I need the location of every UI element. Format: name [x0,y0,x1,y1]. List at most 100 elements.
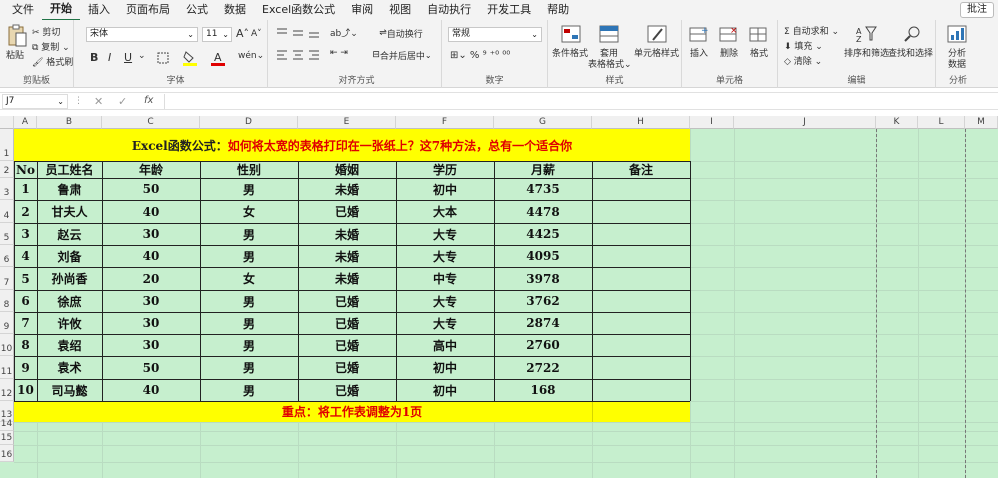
table-cell[interactable]: 10 [14,379,37,401]
table-cell[interactable]: 30 [102,334,200,356]
paste-icon[interactable] [6,24,28,48]
row-header-8[interactable]: 8 [0,290,14,312]
column-header-I[interactable]: I [690,116,734,129]
menu-tab-10[interactable]: 开发工具 [479,0,539,20]
table-cell[interactable]: 4095 [494,245,592,267]
table-cell[interactable]: 大专 [396,312,494,334]
table-cell[interactable]: 许攸 [37,312,102,334]
table-cell[interactable]: 4 [14,245,37,267]
row-header-3[interactable]: 3 [0,178,14,200]
name-box[interactable]: J7 ⌄ [2,94,68,109]
table-cell[interactable]: 已婚 [298,356,396,379]
shrink-font-button[interactable]: A˅ [251,29,262,39]
row-header-6[interactable]: 6 [0,245,14,267]
row-header-16[interactable]: 16 [0,445,14,462]
column-header-J[interactable]: J [734,116,876,129]
table-cell[interactable]: 未婚 [298,223,396,245]
table-cell[interactable]: 徐庶 [37,290,102,312]
table-cell[interactable]: 30 [102,290,200,312]
table-cell[interactable]: 40 [102,245,200,267]
table-cell[interactable]: 男 [200,312,298,334]
table-cell[interactable]: 未婚 [298,267,396,290]
menu-tab-6[interactable]: Excel函数公式 [254,0,343,20]
orientation-icon[interactable]: ab⤴⌄ [330,26,358,39]
table-cell[interactable]: 5 [14,267,37,290]
analyze-data-label2[interactable]: 数据 [948,57,966,70]
font-size-select[interactable]: 11 ⌄ [202,27,232,42]
table-cell[interactable]: 刘备 [37,245,102,267]
table-cell[interactable]: 50 [102,178,200,200]
table-cell[interactable]: 未婚 [298,178,396,200]
table-cell[interactable]: 女 [200,200,298,223]
insert-cells-label[interactable]: 插入 [690,46,708,59]
format-as-table-label2[interactable]: 表格格式⌄ [588,57,632,70]
table-header-cell[interactable]: 员工姓名 [37,161,102,178]
vertical-align-icons[interactable] [276,26,324,40]
menu-tab-5[interactable]: 数据 [216,0,254,20]
cancel-icon[interactable]: ✕ [94,95,103,108]
cell-styles-icon[interactable] [646,24,668,44]
table-cell[interactable]: 168 [494,379,592,401]
paste-label[interactable]: 粘贴 [6,48,24,61]
column-header-C[interactable]: C [102,116,200,129]
menu-tab-2[interactable]: 插入 [80,0,118,20]
sort-filter-icon[interactable]: AZ [856,24,878,44]
table-header-cell[interactable]: 性别 [200,161,298,178]
table-cell[interactable]: 男 [200,178,298,200]
table-cell[interactable]: 未婚 [298,245,396,267]
table-cell[interactable]: 中专 [396,267,494,290]
table-cell[interactable] [592,334,690,356]
menu-tab-4[interactable]: 公式 [178,0,216,20]
merge-center-button[interactable]: ⊟ 合并后居中 ⌄ [364,48,440,62]
row-header-9[interactable]: 9 [0,312,14,334]
table-cell[interactable]: 40 [102,200,200,223]
horizontal-align-icons[interactable] [276,48,324,62]
number-format-select[interactable]: 常规 ⌄ [448,27,542,42]
enter-icon[interactable]: ✓ [118,95,127,108]
autosum-button[interactable]: Σ 自动求和 ⌄ [784,24,839,37]
borders-icon[interactable] [156,51,170,65]
find-select-label[interactable]: 查找和选择 [888,46,933,59]
table-cell[interactable]: 甘夫人 [37,200,102,223]
format-painter-button[interactable]: 🖌 格式刷 [32,55,73,68]
table-cell[interactable]: 初中 [396,356,494,379]
table-cell[interactable] [592,245,690,267]
table-cell[interactable]: 3762 [494,290,592,312]
font-color-icon[interactable]: A [210,50,226,66]
table-cell[interactable]: 司马懿 [37,379,102,401]
format-cells-label[interactable]: 格式 [750,46,768,59]
table-cell[interactable]: 赵云 [37,223,102,245]
table-cell[interactable]: 男 [200,379,298,401]
menu-tab-3[interactable]: 页面布局 [118,0,178,20]
cell-styles-label[interactable]: 单元格样式 [634,46,679,59]
conditional-format-icon[interactable] [560,24,582,44]
table-cell[interactable]: 20 [102,267,200,290]
fill-button[interactable]: ⬇ 填充 ⌄ [784,39,823,52]
row-header-12[interactable]: 12 [0,379,14,401]
table-cell[interactable]: 2874 [494,312,592,334]
italic-button[interactable]: I [108,51,111,64]
table-cell[interactable]: 40 [102,379,200,401]
table-cell[interactable]: 男 [200,356,298,379]
fill-color-icon[interactable] [182,50,198,66]
phonetic-icon[interactable]: wén⌄ [238,51,264,61]
table-cell[interactable]: 男 [200,223,298,245]
table-cell[interactable]: 50 [102,356,200,379]
cut-button[interactable]: ✂ 剪切 [32,25,60,38]
table-cell[interactable]: 3978 [494,267,592,290]
row-header-10[interactable]: 10 [0,334,14,356]
analyze-data-icon[interactable] [946,24,968,44]
table-cell[interactable]: 2760 [494,334,592,356]
table-cell[interactable]: 3 [14,223,37,245]
row-header-11[interactable]: 11 [0,356,14,379]
table-cell[interactable] [592,312,690,334]
column-header-L[interactable]: L [918,116,965,129]
row-header-5[interactable]: 5 [0,223,14,245]
table-header-cell[interactable]: 婚姻 [298,161,396,178]
row-header-1[interactable]: 1 [0,129,14,161]
table-cell[interactable]: 初中 [396,379,494,401]
table-cell[interactable]: 30 [102,312,200,334]
table-cell[interactable]: 男 [200,290,298,312]
table-header-cell[interactable]: 月薪 [494,161,592,178]
table-cell[interactable]: 2722 [494,356,592,379]
